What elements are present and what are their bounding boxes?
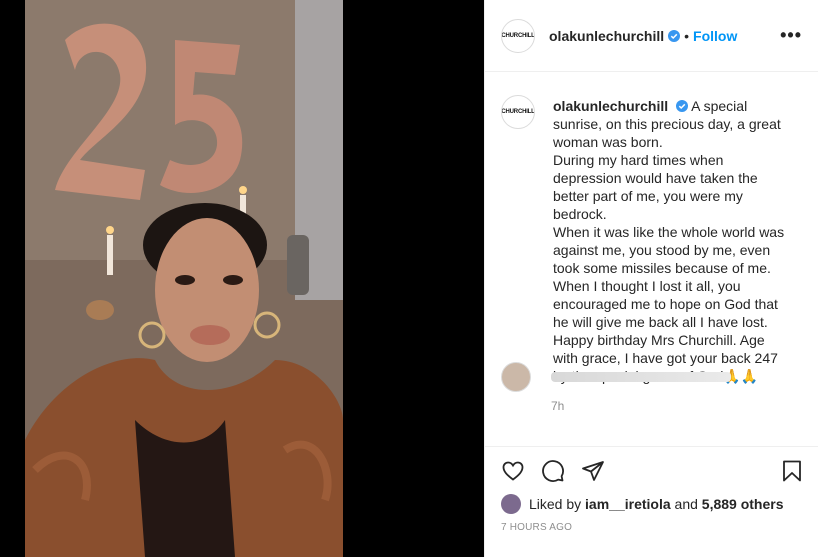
liked-and: and (674, 496, 698, 512)
bookmark-icon[interactable] (780, 459, 804, 483)
caption-username[interactable]: olakunlechurchill (553, 98, 668, 114)
liked-by-prefix: Liked by (529, 496, 582, 512)
comment-icon[interactable] (541, 459, 565, 483)
comment-preview-bar (551, 372, 731, 382)
caption-line: When I thought I lost it all, you encour… (553, 278, 778, 330)
more-icon[interactable]: ••• (780, 26, 802, 44)
liked-by-user[interactable]: iam__iretiola (585, 496, 671, 512)
post-header: CHURCHILL olakunlechurchill • Follow ••• (485, 0, 818, 72)
commenter-avatar[interactable] (501, 362, 531, 392)
action-bar (485, 446, 818, 496)
media-area (0, 0, 484, 557)
caption-avatar[interactable]: CHURCHILL (501, 95, 535, 129)
avatar-text: CHURCHILL (501, 109, 535, 115)
liker-avatar[interactable] (501, 494, 521, 514)
next-comment-peek (501, 362, 731, 392)
caption-text: olakunlechurchill A special sunrise, on … (553, 97, 785, 385)
likes-summary: Liked by iam__iretiola and 5,889 others (501, 494, 784, 514)
post-timestamp[interactable]: 7 HOURS AGO (501, 522, 572, 533)
likes-count[interactable]: 5,889 others (702, 496, 784, 512)
follow-button[interactable]: Follow (693, 28, 737, 44)
caption-time[interactable]: 7h (551, 399, 802, 413)
caption-line: When it was like the whole world was aga… (553, 224, 785, 276)
caption-line: During my hard times when depression wou… (553, 152, 758, 222)
author-username[interactable]: olakunlechurchill (549, 28, 664, 44)
post-sidebar: CHURCHILL olakunlechurchill • Follow •••… (484, 0, 818, 557)
caption-row: CHURCHILL olakunlechurchill A special su… (501, 95, 802, 385)
avatar-text: CHURCHILL (501, 32, 535, 39)
post-photo[interactable] (25, 0, 343, 557)
header-separator: • (684, 27, 690, 44)
author-avatar[interactable]: CHURCHILL (501, 18, 535, 53)
share-icon[interactable] (581, 459, 605, 483)
photo-illustration (25, 0, 343, 557)
verified-icon (668, 29, 681, 42)
heart-icon[interactable] (501, 459, 525, 483)
verified-icon (676, 100, 689, 112)
